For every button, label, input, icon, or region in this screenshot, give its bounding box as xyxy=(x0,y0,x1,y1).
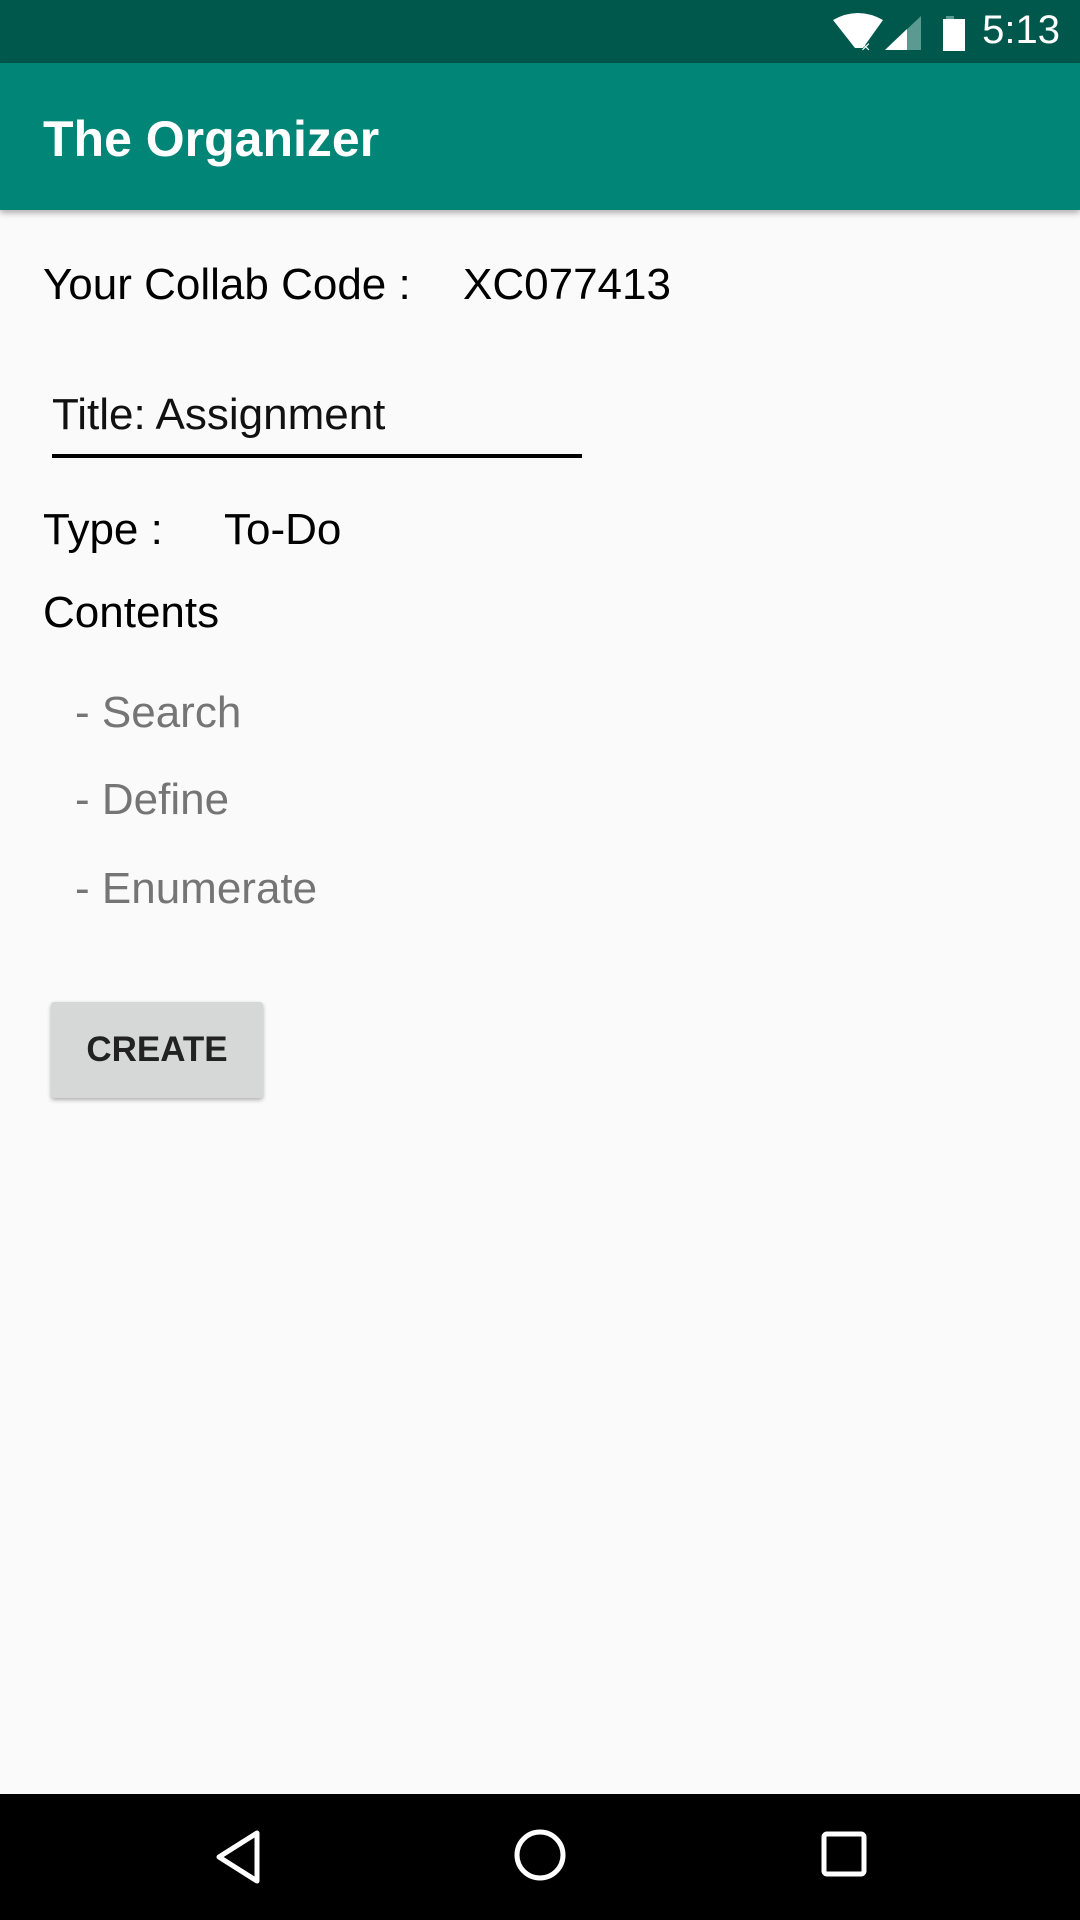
content-item: - Search xyxy=(75,688,242,737)
type-value: To-Do xyxy=(224,505,342,554)
clock: 5:13 xyxy=(982,8,1060,52)
title-input-value: Title: Assignment xyxy=(52,390,386,439)
title-input[interactable]: Title: Assignment xyxy=(52,388,582,458)
status-bar: × 5:13 xyxy=(0,0,1080,63)
recents-icon[interactable] xyxy=(820,1830,870,1880)
home-icon[interactable] xyxy=(512,1827,568,1883)
battery-icon xyxy=(943,16,965,51)
create-button[interactable]: CREATE xyxy=(51,1002,263,1098)
content-item: - Define xyxy=(75,775,230,824)
collab-code-label: Your Collab Code : xyxy=(43,260,411,309)
app-bar: The Organizer xyxy=(0,63,1080,210)
content-item: - Enumerate xyxy=(75,864,318,913)
back-icon[interactable] xyxy=(213,1829,263,1885)
signal-icon xyxy=(885,16,921,50)
app-title: The Organizer xyxy=(43,111,380,167)
type-label: Type : xyxy=(43,505,163,554)
navigation-bar xyxy=(0,1794,1080,1920)
wifi-off-icon: × xyxy=(833,13,883,52)
contents-label: Contents xyxy=(43,588,220,637)
collab-code-value: XC077413 xyxy=(463,260,671,309)
svg-text:×: × xyxy=(861,39,870,52)
